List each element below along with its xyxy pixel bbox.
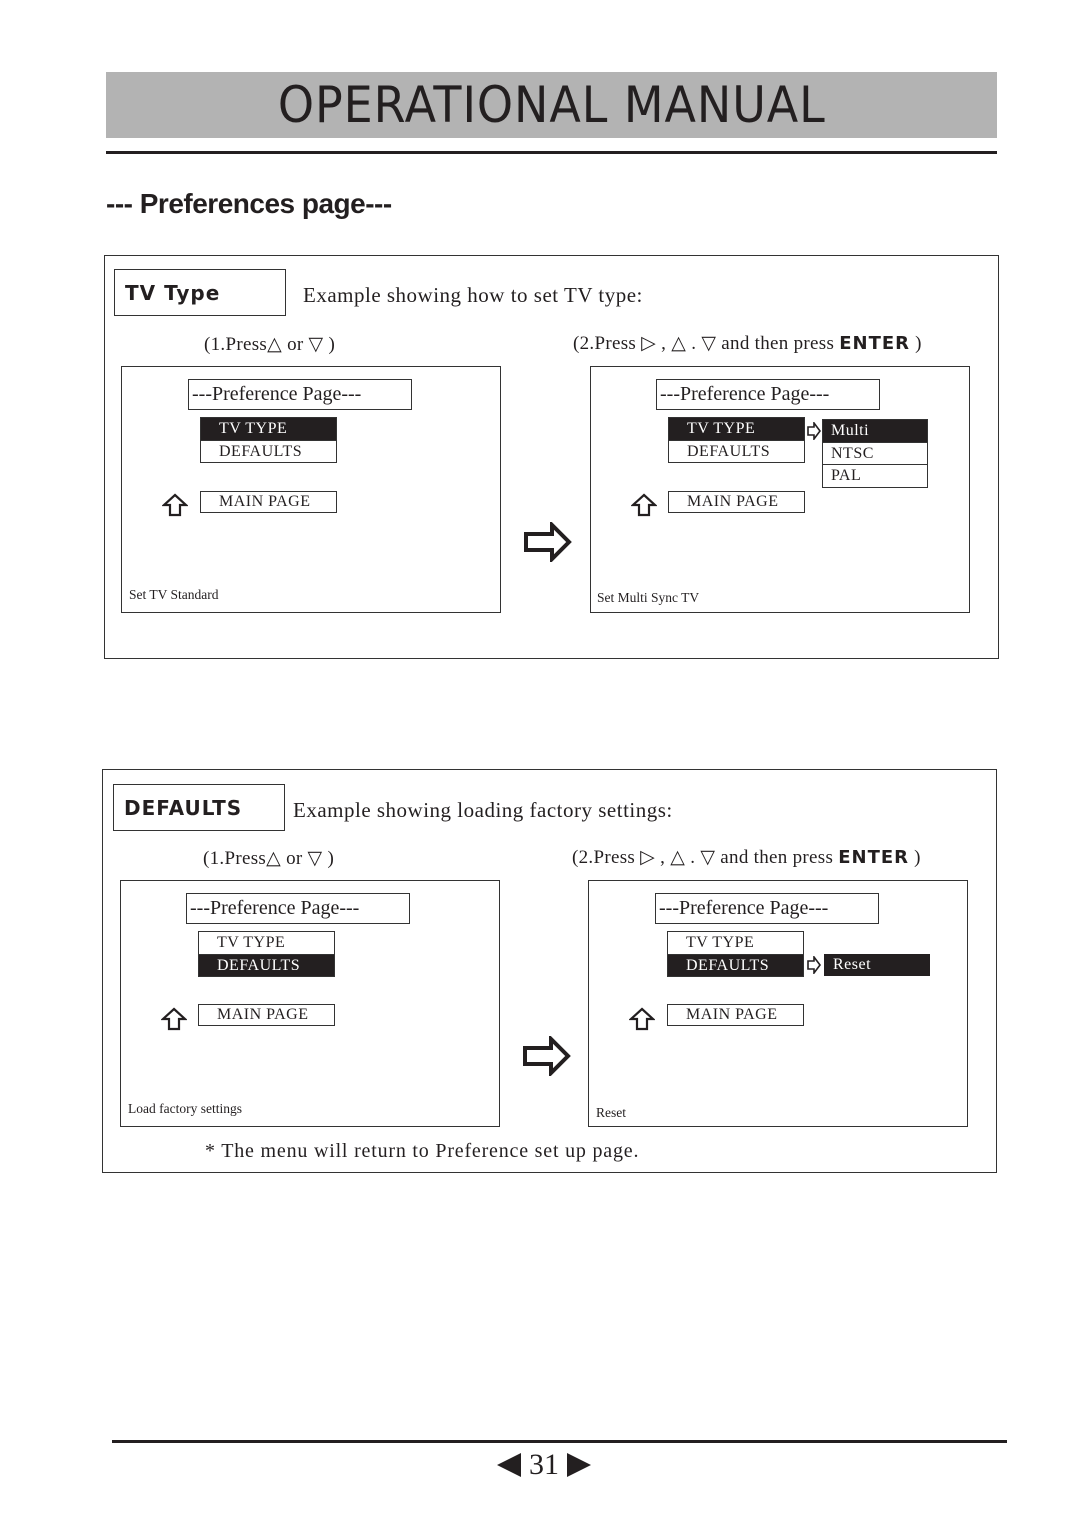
transition-arrow-icon — [523, 1036, 571, 1076]
section-title: --- Preferences page--- — [106, 188, 392, 219]
osd-screen-after: ---Preference Page--- TV TYPE DEFAULTS M… — [590, 366, 970, 613]
menu-item-defaults[interactable]: DEFAULTS — [199, 954, 334, 976]
submenu-item-multi[interactable]: Multi — [823, 420, 927, 442]
preference-menu: TV TYPE DEFAULTS — [200, 417, 337, 463]
down-triangle-icon: ▽ — [701, 333, 717, 354]
footer-divider — [112, 1440, 1007, 1443]
previous-page-icon[interactable] — [495, 1452, 523, 1478]
next-page-icon[interactable] — [565, 1452, 593, 1478]
submenu-item-pal[interactable]: PAL — [823, 464, 927, 486]
preference-menu: TV TYPE DEFAULTS — [198, 931, 335, 977]
step2-instruction: (2.Press ▷ , △ . ▽ and then press ENTER … — [573, 333, 922, 354]
defaults-submenu: Reset — [824, 954, 930, 977]
page-navigation: 31 — [495, 1448, 593, 1482]
osd-screen-before: ---Preference Page--- TV TYPE DEFAULTS M… — [121, 366, 501, 613]
tv-type-submenu: Multi NTSC PAL — [822, 419, 928, 488]
manual-title: OPERATIONAL MANUAL — [277, 76, 826, 134]
defaults-description: Example showing loading factory settings… — [293, 798, 673, 822]
pointer-arrow-icon — [807, 422, 821, 440]
menu-item-tv-type[interactable]: TV TYPE — [199, 932, 334, 954]
menu-item-tv-type[interactable]: TV TYPE — [668, 932, 803, 954]
preference-page-title: ---Preference Page--- — [655, 893, 879, 924]
enter-key-label: ENTER — [839, 333, 911, 354]
osd-screen-before: ---Preference Page--- TV TYPE DEFAULTS M… — [120, 880, 500, 1127]
preference-menu: TV TYPE DEFAULTS — [668, 417, 805, 463]
header-banner: OPERATIONAL MANUAL — [106, 72, 997, 138]
submenu-item-reset[interactable]: Reset — [824, 954, 930, 976]
preference-page-title: ---Preference Page--- — [188, 379, 412, 410]
main-page-button[interactable]: MAIN PAGE — [667, 1004, 804, 1026]
main-page-button[interactable]: MAIN PAGE — [198, 1004, 335, 1026]
preference-page-title: ---Preference Page--- — [186, 893, 410, 924]
tv-type-tag: TV Type — [114, 269, 286, 316]
up-arrow-icon — [162, 493, 188, 517]
status-text: Set Multi Sync TV — [597, 590, 700, 605]
menu-item-tv-type[interactable]: TV TYPE — [669, 418, 804, 440]
tv-type-description: Example showing how to set TV type: — [303, 283, 643, 307]
preference-menu: TV TYPE DEFAULTS — [667, 931, 804, 977]
status-text: Reset — [596, 1105, 626, 1120]
preference-page-title: ---Preference Page--- — [656, 379, 880, 410]
osd-screen-after: ---Preference Page--- TV TYPE DEFAULTS R… — [588, 880, 968, 1127]
up-arrow-icon — [161, 1007, 187, 1031]
down-triangle-icon: ▽ — [700, 847, 716, 868]
down-triangle-icon: ▽ — [307, 848, 323, 869]
menu-item-defaults[interactable]: DEFAULTS — [201, 440, 336, 462]
main-page-button[interactable]: MAIN PAGE — [200, 491, 337, 513]
defaults-tag: DEFAULTS — [113, 784, 285, 831]
step1-instruction: (1.Press△ or ▽ ) — [204, 334, 336, 355]
enter-key-label: ENTER — [838, 847, 910, 868]
footnote: * The menu will return to Preference set… — [205, 1140, 640, 1162]
menu-item-defaults[interactable]: DEFAULTS — [669, 440, 804, 462]
right-triangle-icon: ▷ — [641, 333, 657, 354]
up-triangle-icon: △ — [267, 334, 283, 355]
right-triangle-icon: ▷ — [640, 847, 656, 868]
up-arrow-icon — [629, 1007, 655, 1031]
up-triangle-icon: △ — [266, 848, 282, 869]
menu-item-tv-type[interactable]: TV TYPE — [201, 418, 336, 440]
status-text: Load factory settings — [128, 1101, 242, 1116]
page-number: 31 — [529, 1448, 559, 1481]
transition-arrow-icon — [524, 522, 572, 562]
up-arrow-icon — [631, 493, 657, 517]
submenu-item-ntsc[interactable]: NTSC — [823, 442, 927, 464]
menu-item-defaults[interactable]: DEFAULTS — [668, 954, 803, 976]
down-triangle-icon: ▽ — [308, 334, 324, 355]
status-text: Set TV Standard — [129, 587, 219, 602]
pointer-arrow-icon — [807, 956, 821, 974]
header-divider — [106, 151, 997, 154]
up-triangle-icon: △ — [671, 333, 687, 354]
step1-instruction: (1.Press△ or ▽ ) — [203, 848, 335, 869]
step2-instruction: (2.Press ▷ , △ . ▽ and then press ENTER … — [572, 847, 921, 868]
up-triangle-icon: △ — [670, 847, 686, 868]
main-page-button[interactable]: MAIN PAGE — [668, 491, 805, 513]
